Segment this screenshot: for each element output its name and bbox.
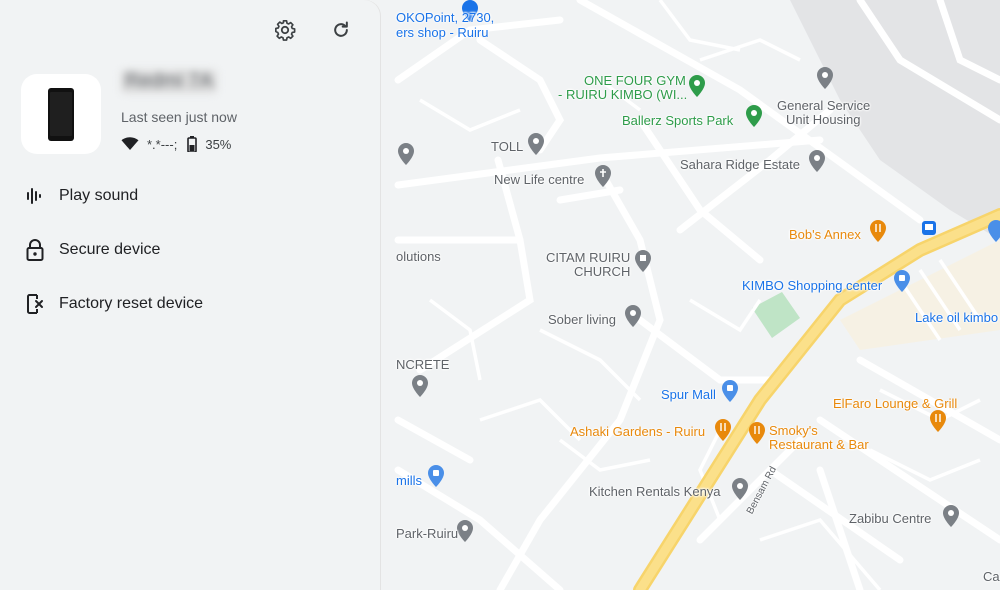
lock-icon	[24, 239, 46, 261]
map-label[interactable]: Zabibu Centre	[849, 511, 931, 526]
map-label[interactable]: CITAM RUIRU	[546, 250, 630, 265]
device-name: Redmi 7A	[121, 70, 217, 93]
map-label[interactable]: ers shop - Ruiru	[396, 25, 488, 40]
map-pin-icon[interactable]	[688, 75, 706, 97]
map-pin-icon[interactable]	[594, 165, 612, 187]
map-pin-icon[interactable]	[929, 410, 947, 432]
map-pin-icon[interactable]	[634, 250, 652, 272]
map-label[interactable]: mills	[396, 473, 422, 488]
map-label[interactable]: Sahara Ridge Estate	[680, 157, 800, 172]
map-label[interactable]: Smoky's	[769, 423, 818, 438]
map-label[interactable]: Kitchen Rentals Kenya	[589, 484, 721, 499]
map-label[interactable]: General Service	[777, 98, 870, 113]
map-label[interactable]: Lake oil kimbo	[915, 310, 998, 325]
network-name: *.*---;	[147, 136, 178, 152]
battery-level: 35%	[205, 136, 232, 152]
map-pin-icon[interactable]	[714, 419, 732, 441]
map-pin-icon[interactable]	[624, 305, 642, 327]
device-thumbnail	[21, 74, 101, 154]
map-pin-icon[interactable]	[869, 220, 887, 242]
secure-device-button[interactable]: Secure device	[24, 235, 160, 265]
sound-wave-icon	[24, 185, 46, 207]
settings-gear-icon[interactable]	[272, 17, 298, 43]
map-pin-icon[interactable]	[427, 465, 445, 487]
map-label[interactable]: Restaurant & Bar	[769, 437, 869, 452]
map-label[interactable]: Park-Ruiru	[396, 526, 458, 541]
map-label[interactable]: Ballerz Sports Park	[622, 113, 733, 128]
map-pin-icon[interactable]	[397, 143, 415, 165]
smartphone-icon	[48, 88, 74, 141]
map-label[interactable]: Ca	[983, 569, 1000, 584]
map-pin-icon[interactable]	[748, 422, 766, 444]
map-pin-icon[interactable]	[816, 67, 834, 89]
map-pin-icon[interactable]	[987, 220, 1000, 242]
map-pin-icon[interactable]	[745, 105, 763, 127]
map-pin-icon[interactable]	[721, 380, 739, 402]
factory-reset-button[interactable]: Factory reset device	[24, 289, 203, 319]
last-seen-text: Last seen just now	[121, 109, 237, 125]
map-label[interactable]: ONE FOUR GYM	[584, 73, 686, 88]
play-sound-button[interactable]: Play sound	[24, 181, 138, 211]
map-label[interactable]: New Life centre	[494, 172, 584, 187]
phone-erase-icon	[24, 293, 46, 315]
map-label[interactable]: olutions	[396, 249, 441, 264]
map-label[interactable]: Spur Mall	[661, 387, 716, 402]
battery-icon	[187, 136, 198, 152]
map-label[interactable]: NCRETE	[396, 357, 449, 372]
map-label[interactable]: Sober living	[548, 312, 616, 327]
map-pin-icon[interactable]	[527, 133, 545, 155]
map-label[interactable]: OKOPoint, 2730,	[396, 10, 494, 25]
bus-stop-icon[interactable]	[921, 220, 937, 236]
wifi-icon	[121, 137, 139, 150]
map-pin-icon[interactable]	[893, 270, 911, 292]
play-sound-label: Play sound	[59, 187, 139, 204]
map-label[interactable]: ElFaro Lounge & Grill	[833, 396, 957, 411]
map-label[interactable]: CHURCH	[574, 264, 630, 279]
map-label[interactable]: TOLL	[491, 139, 523, 154]
map-label[interactable]: Bob's Annex	[789, 227, 861, 242]
map-pin-icon[interactable]	[731, 478, 749, 500]
factory-reset-label: Factory reset device	[59, 295, 204, 312]
map-label[interactable]: - RUIRU KIMBO (WI...	[558, 87, 687, 102]
map-label[interactable]: KIMBO Shopping center	[742, 278, 882, 293]
refresh-icon[interactable]	[328, 17, 354, 43]
map-pin-icon[interactable]	[456, 520, 474, 542]
device-status-row: *.*---; 35%	[121, 136, 231, 152]
map-pin-icon[interactable]	[942, 505, 960, 527]
map-pin-icon[interactable]	[808, 150, 826, 172]
device-panel: Redmi 7A Last seen just now *.*---; 35% …	[0, 0, 380, 590]
map-label[interactable]: Unit Housing	[786, 112, 860, 127]
map-pin-icon[interactable]	[411, 375, 429, 397]
secure-device-label: Secure device	[59, 241, 161, 258]
map-label[interactable]: Ashaki Gardens - Ruiru	[570, 424, 705, 439]
